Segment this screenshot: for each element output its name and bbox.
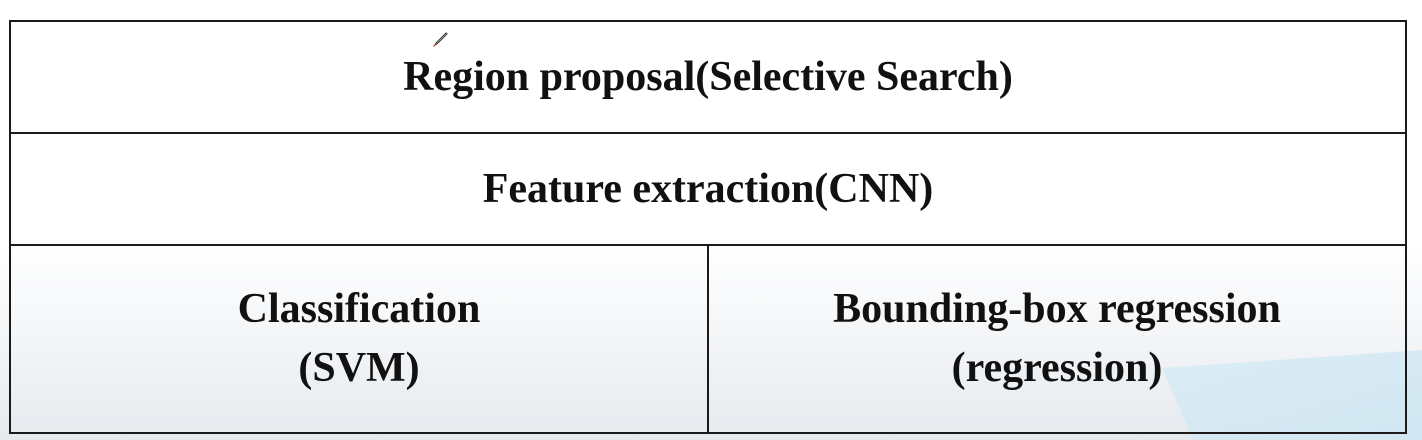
pipeline-table: Region proposal(Selective Search) Featur…	[9, 20, 1407, 434]
classification-title: Classification	[237, 286, 481, 333]
row-region-proposal: Region proposal(Selective Search)	[9, 20, 1407, 134]
row-feature-extraction: Feature extraction(CNN)	[9, 132, 1407, 246]
feature-extraction-cell: Feature extraction(CNN)	[9, 132, 1407, 246]
region-proposal-label: Region proposal(Selective Search)	[403, 53, 1013, 100]
classification-cell: Classification (SVM)	[9, 244, 709, 434]
bbox-regression-cell: Bounding-box regression (regression)	[707, 244, 1407, 434]
bbox-regression-method: (regression)	[951, 345, 1163, 391]
region-proposal-cell: Region proposal(Selective Search)	[9, 20, 1407, 134]
row-outputs: Classification (SVM) Bounding-box regres…	[9, 244, 1407, 434]
classification-method: (SVM)	[298, 345, 420, 391]
pencil-cursor-icon	[433, 32, 448, 47]
bbox-regression-title: Bounding-box regression	[833, 286, 1281, 333]
feature-extraction-label: Feature extraction(CNN)	[482, 165, 934, 212]
